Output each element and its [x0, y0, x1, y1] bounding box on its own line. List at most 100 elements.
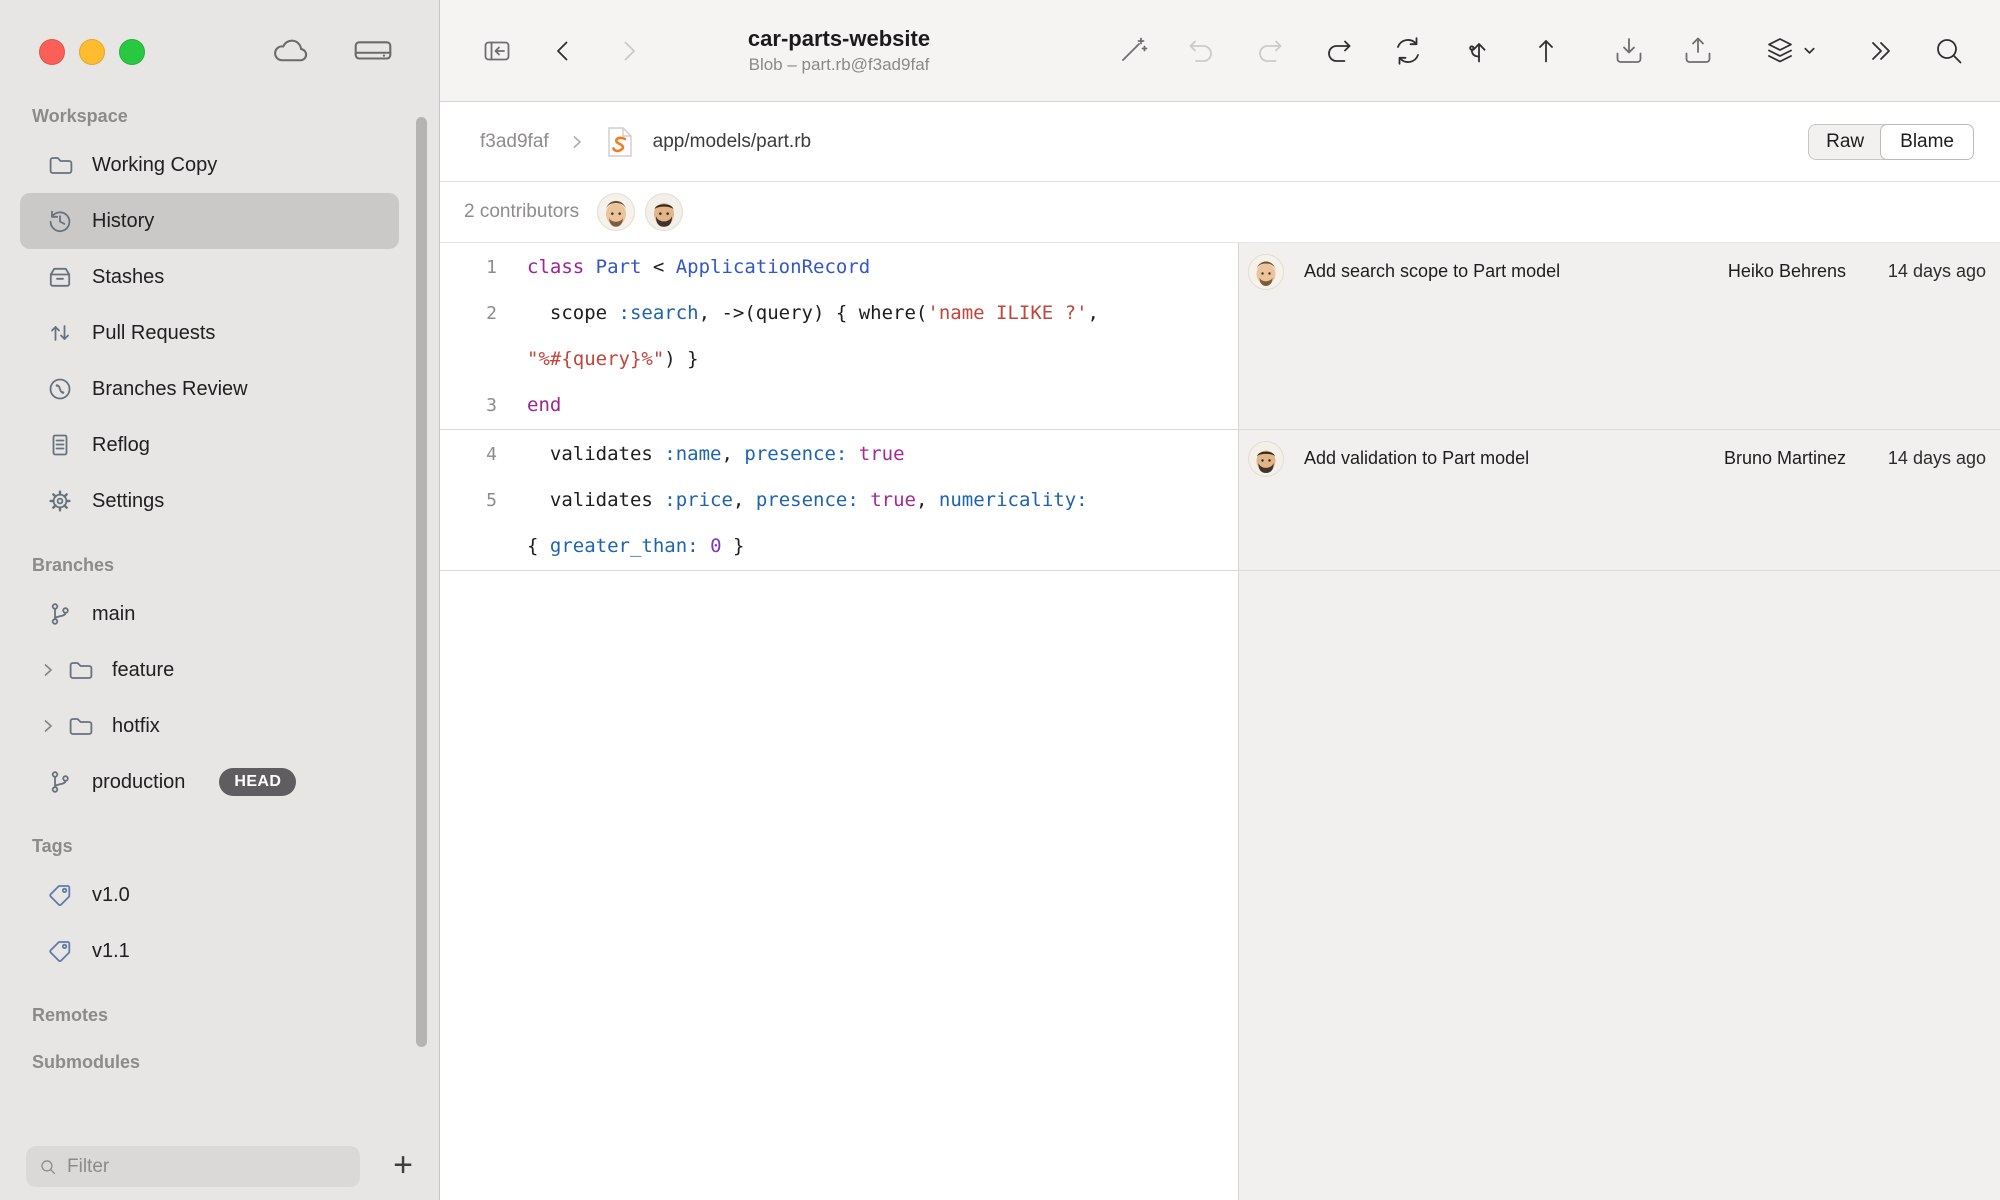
blame-annotation[interactable]: Add validation to Part model Bruno Marti…: [1239, 430, 2000, 570]
layers-menu-button[interactable]: [1760, 30, 1818, 72]
cloud-icon: [270, 36, 312, 66]
sidebar-scrollbar[interactable]: [416, 117, 427, 1047]
apply-stash-button[interactable]: [1677, 30, 1719, 72]
sidebar-item-branch-production[interactable]: production HEAD: [20, 754, 399, 810]
sync-arrows-icon: [1390, 33, 1426, 69]
sync-button[interactable]: [1387, 30, 1429, 72]
toolbar-right-group: [1111, 30, 1970, 72]
stash-button[interactable]: [1608, 30, 1650, 72]
avatar-bruno: [1248, 441, 1284, 477]
sidebar-item-branches-review[interactable]: Branches Review: [20, 361, 399, 417]
minimize-window-button[interactable]: [79, 39, 105, 65]
line-number: 1: [440, 257, 497, 278]
toolbar-left-group: [476, 30, 650, 72]
quick-actions-button[interactable]: [1111, 30, 1153, 72]
commit-message: Add search scope to Part model: [1304, 254, 1728, 282]
cloud-accounts-button[interactable]: [270, 36, 312, 66]
checkout-button[interactable]: [1318, 30, 1360, 72]
code-line: 3 end: [440, 382, 1238, 428]
chevron-right-icon[interactable]: [40, 718, 56, 734]
redo-button[interactable]: [1249, 30, 1291, 72]
tag-icon: [46, 937, 74, 965]
gear-icon: [46, 487, 74, 515]
close-window-button[interactable]: [39, 39, 65, 65]
breadcrumb-commit[interactable]: f3ad9faf: [480, 131, 549, 153]
sidebar-item-branch-folder-feature[interactable]: feature: [20, 642, 399, 698]
head-badge: HEAD: [219, 768, 296, 796]
sidebar-item-settings[interactable]: Settings: [20, 473, 399, 529]
code-text: "%#{query}%") }: [527, 348, 699, 370]
section-title-workspace: Workspace: [32, 106, 399, 127]
code-line-wrap: "%#{query}%") }: [440, 336, 1238, 382]
blame-hunk[interactable]: 1 class Part < ApplicationRecord 2 scope…: [440, 242, 2000, 429]
undo-button[interactable]: [1180, 30, 1222, 72]
commit-author: Heiko Behrens: [1728, 254, 1846, 282]
window-controls: [39, 39, 145, 65]
filter-field[interactable]: [26, 1146, 360, 1187]
zoom-window-button[interactable]: [119, 39, 145, 65]
push-button[interactable]: [1525, 30, 1567, 72]
sidebar-item-tag-v1-0[interactable]: v1.0: [20, 867, 399, 923]
open-repo-button[interactable]: [476, 30, 518, 72]
magic-wand-icon: [1114, 33, 1150, 69]
search-button[interactable]: [1928, 30, 1970, 72]
commit-author: Bruno Martinez: [1724, 441, 1846, 469]
folder-icon: [46, 151, 74, 179]
contributor-avatars: [597, 193, 683, 231]
tray-up-icon: [1680, 33, 1716, 69]
tray-down-icon: [1611, 33, 1647, 69]
blame-tab[interactable]: Blame: [1880, 124, 1974, 160]
document-icon: [46, 431, 74, 459]
sidebar-item-pull-requests[interactable]: Pull Requests: [20, 305, 399, 361]
double-chevron-icon: [1862, 33, 1898, 69]
filter-input[interactable]: [67, 1156, 348, 1178]
sidebar-item-working-copy[interactable]: Working Copy: [20, 137, 399, 193]
blame-content: 1 class Part < ApplicationRecord 2 scope…: [440, 242, 2000, 1200]
avatar-heiko[interactable]: [597, 193, 635, 231]
branch-icon: [46, 768, 74, 796]
forward-button[interactable]: [608, 30, 650, 72]
sidebar-item-history[interactable]: History: [20, 193, 399, 249]
contributors-count: 2 contributors: [464, 201, 579, 223]
toolbar: car-parts-website Blob – part.rb@f3ad9fa…: [440, 0, 2000, 102]
clock-history-icon: [46, 207, 74, 235]
sidebar-item-stashes[interactable]: Stashes: [20, 249, 399, 305]
chevron-right-icon: [611, 33, 647, 69]
chevron-right-icon[interactable]: [40, 662, 56, 678]
code-line: 5 validates :price, presence: true, nume…: [440, 477, 1238, 523]
code-text: class Part < ApplicationRecord: [527, 256, 870, 278]
breadcrumb-file-path[interactable]: app/models/part.rb: [653, 131, 811, 153]
code-text: validates :name, presence: true: [527, 443, 905, 465]
sidebar-item-label: Reflog: [92, 434, 150, 457]
sidebar-item-label: main: [92, 603, 135, 626]
code-line: 1 class Part < ApplicationRecord: [440, 244, 1238, 290]
sidebar-filter-bar: +: [26, 1146, 417, 1187]
chevron-down-icon: [1802, 43, 1817, 58]
raw-blame-segmented-control: Raw Blame: [1808, 124, 1974, 160]
raw-tab[interactable]: Raw: [1809, 125, 1881, 159]
stash-box-icon: [46, 263, 74, 291]
blame-hunk[interactable]: 4 validates :name, presence: true 5 vali…: [440, 429, 2000, 571]
undo-icon: [1183, 33, 1219, 69]
add-button[interactable]: +: [389, 1148, 417, 1186]
blame-pane-empty: [1239, 571, 2000, 1200]
folder-icon: [66, 656, 94, 684]
sidebar-item-branch-folder-hotfix[interactable]: hotfix: [20, 698, 399, 754]
back-button[interactable]: [542, 30, 584, 72]
avatar-heiko: [1248, 254, 1284, 290]
code-line: 4 validates :name, presence: true: [440, 431, 1238, 477]
sidebar-item-branch-main[interactable]: main: [20, 586, 399, 642]
blame-annotation[interactable]: Add search scope to Part model Heiko Beh…: [1239, 243, 2000, 429]
overflow-button[interactable]: [1859, 30, 1901, 72]
code-block: 4 validates :name, presence: true 5 vali…: [440, 430, 1239, 570]
sidebar-item-tag-v1-1[interactable]: v1.1: [20, 923, 399, 979]
line-number: 3: [440, 395, 497, 416]
local-repositories-button[interactable]: [352, 36, 394, 66]
avatar-bruno[interactable]: [645, 193, 683, 231]
merge-button[interactable]: [1456, 30, 1498, 72]
code-text: { greater_than: 0 }: [527, 535, 744, 557]
tag-icon: [46, 881, 74, 909]
branch-icon: [46, 600, 74, 628]
sidebar-item-reflog[interactable]: Reflog: [20, 417, 399, 473]
search-icon: [1931, 33, 1967, 69]
